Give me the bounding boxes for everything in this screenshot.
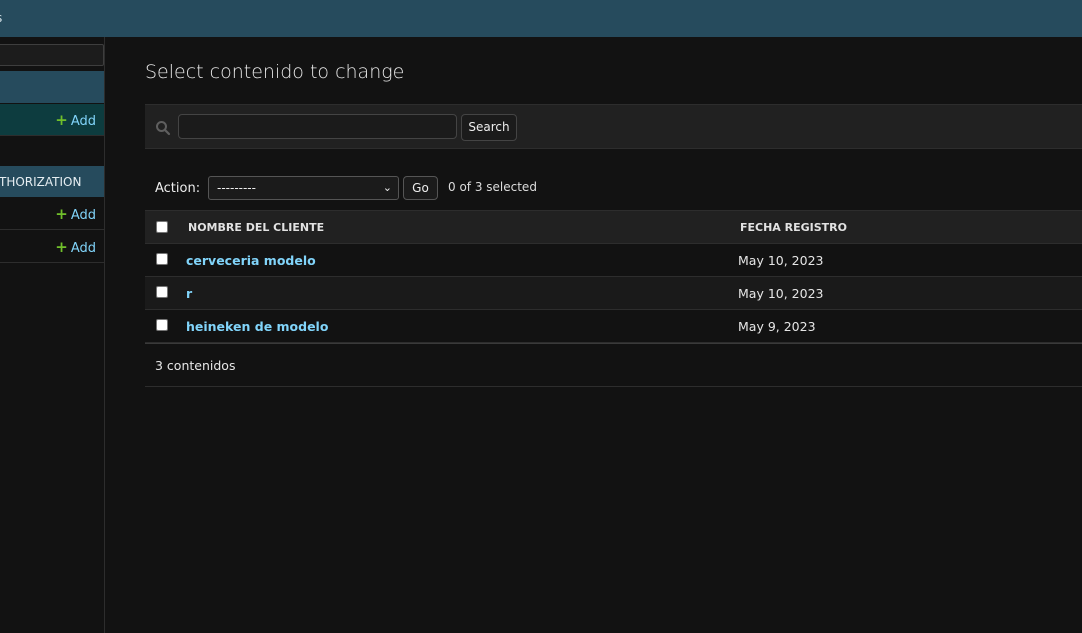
search-button[interactable]: Search — [461, 114, 517, 141]
table-header: NOMBRE DEL CLIENTE FECHA REGISTRO — [145, 210, 1082, 244]
site-name[interactable]: s — [0, 11, 2, 25]
search-toolbar: Search — [145, 104, 1082, 149]
row-link[interactable]: cerveceria modelo — [186, 253, 316, 268]
sidebar-nav: + Add THORIZATION + Add + Add — [0, 37, 105, 633]
table-row: r May 10, 2023 — [145, 277, 1082, 310]
action-select-value: --------- — [217, 181, 256, 195]
row-date: May 10, 2023 — [738, 286, 824, 301]
row-date: May 9, 2023 — [738, 319, 816, 334]
sidebar-item-groups[interactable]: + Add — [0, 198, 104, 230]
row-date: May 10, 2023 — [738, 253, 824, 268]
row-checkbox[interactable] — [156, 286, 168, 298]
column-header-nombre[interactable]: NOMBRE DEL CLIENTE — [188, 221, 324, 234]
result-count: 3 contenidos — [155, 358, 236, 373]
search-icon — [156, 121, 171, 136]
site-header: s — [0, 0, 1082, 37]
plus-icon: + — [55, 238, 68, 256]
page-title: Select contenido to change — [145, 61, 405, 83]
table-row: heineken de modelo May 9, 2023 — [145, 310, 1082, 343]
table-row: cerveceria modelo May 10, 2023 — [145, 244, 1082, 277]
nav-filter-input[interactable] — [0, 44, 104, 66]
action-select[interactable]: --------- ⌄ — [208, 176, 399, 200]
sidebar-item-contenido[interactable]: + Add — [0, 104, 104, 136]
row-checkbox[interactable] — [156, 253, 168, 265]
results-table: NOMBRE DEL CLIENTE FECHA REGISTRO cervec… — [145, 210, 1082, 343]
add-link[interactable]: + Add — [55, 238, 96, 256]
select-all-checkbox[interactable] — [156, 221, 168, 233]
row-link[interactable]: heineken de modelo — [186, 319, 328, 334]
module-caption-authorization[interactable]: THORIZATION — [0, 166, 104, 197]
module-caption-app[interactable] — [0, 71, 104, 103]
column-header-fecha[interactable]: FECHA REGISTRO — [740, 221, 847, 234]
add-link[interactable]: + Add — [55, 111, 96, 129]
plus-icon: + — [55, 205, 68, 223]
go-button[interactable]: Go — [403, 176, 438, 200]
add-link[interactable]: + Add — [55, 205, 96, 223]
sidebar-item-users[interactable]: + Add — [0, 231, 104, 263]
search-input[interactable] — [178, 114, 457, 139]
selection-counter: 0 of 3 selected — [448, 180, 537, 194]
actions-bar: Action: --------- ⌄ Go 0 of 3 selected — [145, 174, 1082, 209]
plus-icon: + — [55, 111, 68, 129]
chevron-down-icon: ⌄ — [382, 181, 392, 194]
action-label: Action: — [155, 181, 201, 196]
paginator: 3 contenidos — [145, 343, 1082, 387]
row-link[interactable]: r — [186, 286, 192, 301]
row-checkbox[interactable] — [156, 319, 168, 331]
